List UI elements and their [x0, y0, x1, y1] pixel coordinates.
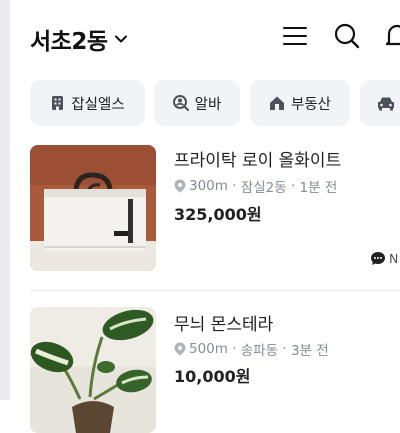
product-thumbnail [30, 307, 156, 433]
chip-part-time-job[interactable]: 알바 [154, 80, 240, 126]
left-edge-strip [0, 0, 10, 400]
list-item[interactable]: 무늬 몬스테라 500m · 송파동 · 3분 전 10,000원 [10, 307, 400, 433]
bell-icon [385, 24, 400, 46]
meta-separator: · [227, 178, 241, 194]
hamburger-menu-icon [283, 27, 307, 45]
item-distance: 300m [189, 178, 228, 194]
item-area: 잠실2동 [240, 180, 287, 196]
building-icon [52, 96, 64, 110]
chip-label: 알바 [194, 96, 222, 113]
chip-real-estate[interactable]: 부동산 [250, 80, 350, 126]
chat-count[interactable]: N [370, 251, 398, 266]
chip-label: 부동산 [290, 96, 332, 113]
notification-button[interactable] [382, 20, 400, 52]
list-item[interactable]: 프라이탁 로이 올화이트 300m · 잠실2동 · 1분 전 325,000원… [10, 145, 400, 285]
location-selector[interactable]: 서초2동 [30, 22, 129, 56]
location-label: 서초2동 [30, 29, 108, 55]
location-pin-icon [174, 342, 186, 356]
item-title: 무늬 몬스테라 [174, 315, 274, 335]
chip-car[interactable] [360, 80, 400, 126]
item-area: 송파동 [240, 343, 279, 359]
chip-label: 잡실엘스 [71, 96, 125, 113]
item-distance: 500m [189, 341, 228, 357]
search-button[interactable] [332, 20, 362, 52]
chip-jamsil-els[interactable]: 잡실엘스 [30, 80, 145, 126]
item-meta: 300m · 잠실2동 · 1분 전 [174, 176, 337, 196]
house-icon [269, 96, 284, 110]
meta-separator: · [278, 341, 291, 357]
chat-count-label: N [389, 251, 399, 266]
item-price: 325,000원 [174, 205, 262, 224]
category-chip-row: 잡실엘스 알바 부동산 [10, 80, 400, 128]
item-title: 프라이탁 로이 올화이트 [174, 151, 342, 171]
chat-bubble-icon [371, 252, 385, 265]
meta-separator: · [286, 178, 300, 194]
menu-button[interactable] [280, 20, 310, 52]
product-thumbnail [30, 145, 156, 271]
item-time: 1분 전 [299, 180, 338, 196]
user-search-icon [172, 95, 189, 111]
white-bag-photo [30, 145, 156, 271]
location-pin-icon [174, 179, 186, 193]
chevron-down-icon [115, 35, 128, 43]
search-icon [334, 23, 360, 49]
meta-separator: · [227, 341, 241, 357]
item-divider [30, 290, 400, 291]
car-icon [378, 97, 394, 110]
top-app-bar: 서초2동 [10, 0, 400, 72]
item-meta: 500m · 송파동 · 3분 전 [174, 339, 329, 359]
item-price: 10,000원 [174, 367, 251, 386]
item-time: 3분 전 [290, 343, 329, 359]
monstera-plant-photo [30, 307, 156, 433]
